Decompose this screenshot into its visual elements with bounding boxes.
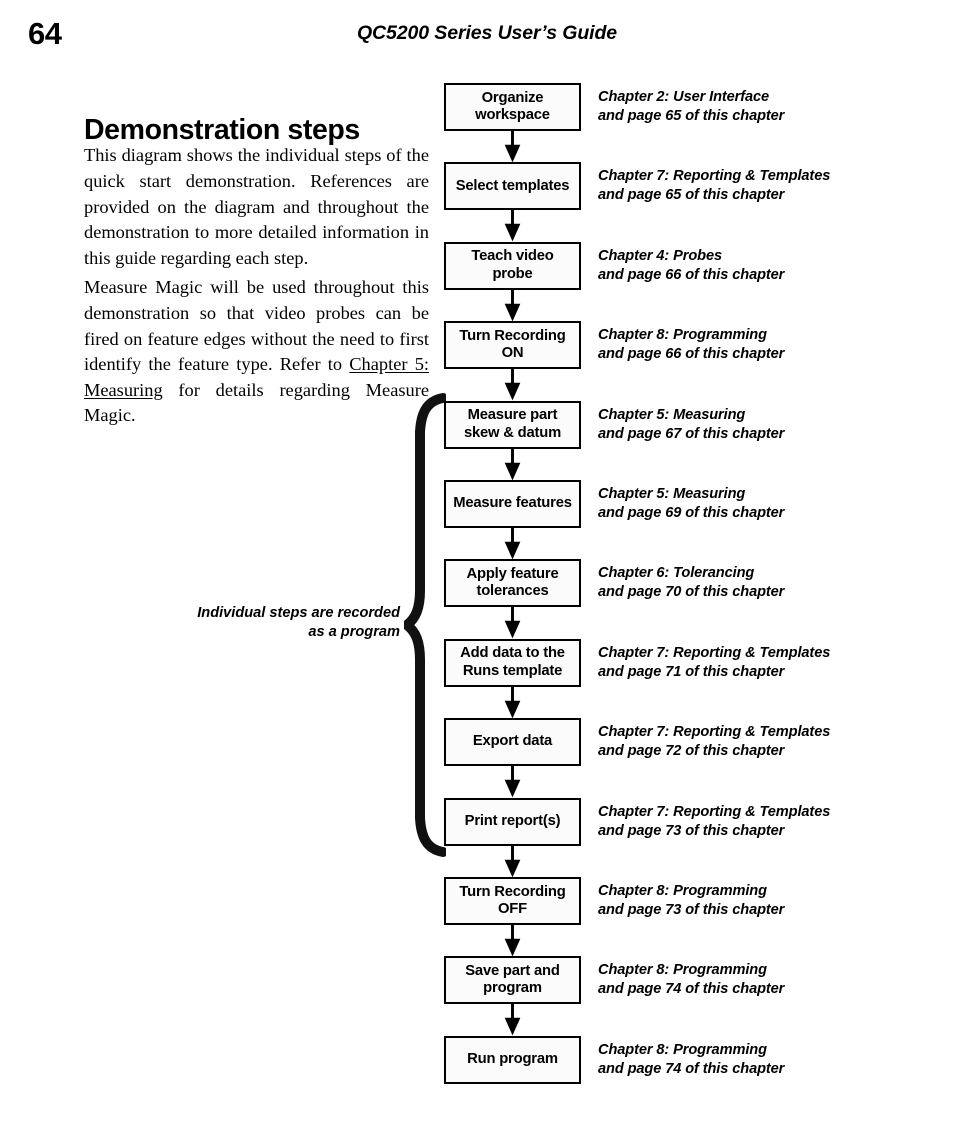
- reference-chapter: Chapter 2: User Interface: [598, 89, 770, 105]
- flow-step-label: Apply feature tolerances: [466, 565, 559, 600]
- flow-step-label: Save part and program: [465, 962, 560, 997]
- flow-step-node: Turn Recording OFF: [444, 877, 581, 925]
- flow-step-label: Teach video probe: [471, 248, 554, 282]
- flow-step-label-line-2: Runs template: [462, 662, 563, 679]
- reference-chapter: Chapter 6: Tolerancing: [598, 565, 755, 582]
- flow-step-node: Run program: [444, 1035, 581, 1084]
- flow-step-node: Measure part skew & datum: [444, 400, 581, 449]
- flow-step-reference: Chapter 7: Reporting & Templates and page…: [598, 803, 928, 841]
- flow-step-reference: Chapter 7: Reporting & Templates and page…: [598, 644, 928, 682]
- flow-step-reference: Chapter 7: Reporting & Templates and page…: [598, 167, 928, 205]
- demonstration-steps-flowchart: Organize workspace Chapter 2: User Interfa…: [0, 0, 954, 1139]
- reference-page: and page 74 of this chapter: [598, 981, 785, 998]
- reference-chapter: Chapter 8: Programming: [598, 962, 767, 979]
- flow-step-node: Organize workspace: [444, 83, 581, 131]
- reference-chapter: Chapter 8: Programming: [598, 883, 767, 899]
- reference-page: and page 65 of this chapter: [598, 187, 785, 204]
- flow-step-reference: Chapter 4: Probes and page 66 of this cha…: [598, 247, 928, 285]
- flow-arrow-down-icon: [504, 1004, 521, 1036]
- flow-step-reference: Chapter 2: User Interface and page 65 of …: [598, 88, 928, 126]
- flow-step-reference: Chapter 8: Programming and page 74 of thi…: [598, 1041, 928, 1079]
- flow-step-node: Select templates: [444, 162, 581, 211]
- flow-arrow-down-icon: [504, 607, 521, 639]
- flow-step-node: Print report(s): [444, 797, 581, 846]
- flow-arrow-down-icon: [504, 845, 521, 877]
- reference-chapter: Chapter 7: Reporting & Templates: [598, 644, 831, 661]
- flow-arrow-down-icon: [504, 766, 521, 798]
- flow-step-node: Turn Recording ON: [444, 321, 581, 370]
- flow-step-label-line-2: probe: [492, 265, 533, 282]
- flow-step-label: Turn Recording OFF: [459, 883, 566, 918]
- flow-step-label-line-2: OFF: [497, 901, 527, 917]
- flow-arrow-down-icon: [504, 528, 521, 560]
- flow-step-label: Measure features: [453, 495, 572, 512]
- flow-step-label-line-2: ON: [501, 345, 524, 362]
- flow-step-node: Save part and program: [444, 956, 581, 1005]
- flow-arrow-down-icon: [504, 131, 521, 163]
- reference-chapter: Chapter 7: Reporting & Templates: [598, 168, 831, 185]
- flow-step-label: Turn Recording ON: [459, 327, 566, 362]
- flow-arrow-down-icon: [504, 369, 521, 401]
- reference-page: and page 66 of this chapter: [598, 266, 785, 283]
- reference-page: and page 74 of this chapter: [598, 1060, 785, 1077]
- reference-page: and page 72 of this chapter: [598, 743, 785, 760]
- reference-page: and page 69 of this chapter: [598, 505, 785, 521]
- flow-step-label: Export data: [472, 733, 553, 750]
- flow-step-reference: Chapter 5: Measuring and page 67 of this …: [598, 406, 928, 444]
- flow-step-label: Print report(s): [464, 812, 561, 829]
- reference-page: and page 73 of this chapter: [598, 822, 785, 839]
- reference-chapter: Chapter 8: Programming: [598, 327, 767, 344]
- flow-step-label-line-2: workspace: [475, 107, 550, 123]
- flow-step-reference: Chapter 8: Programming and page 66 of thi…: [598, 326, 928, 364]
- reference-page: and page 71 of this chapter: [598, 663, 785, 680]
- flow-step-node: Teach video probe: [444, 241, 581, 290]
- reference-page: and page 66 of this chapter: [598, 346, 785, 363]
- reference-chapter: Chapter 7: Reporting & Templates: [598, 724, 831, 741]
- flow-step-reference: Chapter 7: Reporting & Templates and page…: [598, 723, 928, 761]
- flow-step-label-line-2: program: [483, 980, 542, 997]
- reference-chapter: Chapter 4: Probes: [598, 247, 723, 264]
- flow-step-label: Select templates: [455, 177, 570, 194]
- flow-step-node: Apply feature tolerances: [444, 559, 581, 608]
- reference-page: and page 65 of this chapter: [598, 108, 785, 124]
- flow-step-node: Export data: [444, 718, 581, 767]
- flow-step-reference: Chapter 8: Programming and page 74 of thi…: [598, 961, 928, 999]
- flow-arrow-down-icon: [504, 686, 521, 719]
- flow-step-reference: Chapter 6: Tolerancing and page 70 of thi…: [598, 564, 928, 602]
- flow-step-node: Measure features: [444, 480, 581, 528]
- reference-page: and page 73 of this chapter: [598, 902, 785, 918]
- flow-arrow-down-icon: [504, 210, 521, 242]
- reference-page: and page 67 of this chapter: [598, 425, 785, 442]
- flow-step-label-line-2: tolerances: [476, 583, 549, 600]
- flow-step-label-line-2: skew & datum: [463, 424, 562, 441]
- flow-step-reference: Chapter 8: Programming and page 73 of thi…: [598, 882, 928, 920]
- flow-step-node: Add data to the Runs template: [444, 638, 581, 687]
- flow-arrow-down-icon: [504, 289, 521, 322]
- flow-step-label: Add data to the Runs template: [460, 645, 565, 679]
- flow-step-label: Measure part skew & datum: [463, 407, 562, 441]
- flow-step-label: Organize workspace: [475, 89, 550, 124]
- reference-chapter: Chapter 8: Programming: [598, 1041, 767, 1058]
- reference-chapter: Chapter 7: Reporting & Templates: [598, 803, 831, 820]
- reference-chapter: Chapter 5: Measuring: [598, 406, 746, 423]
- flow-arrow-down-icon: [504, 925, 521, 957]
- flow-step-label: Run program: [467, 1051, 558, 1068]
- flow-step-reference: Chapter 5: Measuring and page 69 of this …: [598, 485, 928, 523]
- flow-arrow-down-icon: [504, 448, 521, 480]
- reference-chapter: Chapter 5: Measuring: [598, 486, 746, 502]
- reference-page: and page 70 of this chapter: [598, 584, 785, 601]
